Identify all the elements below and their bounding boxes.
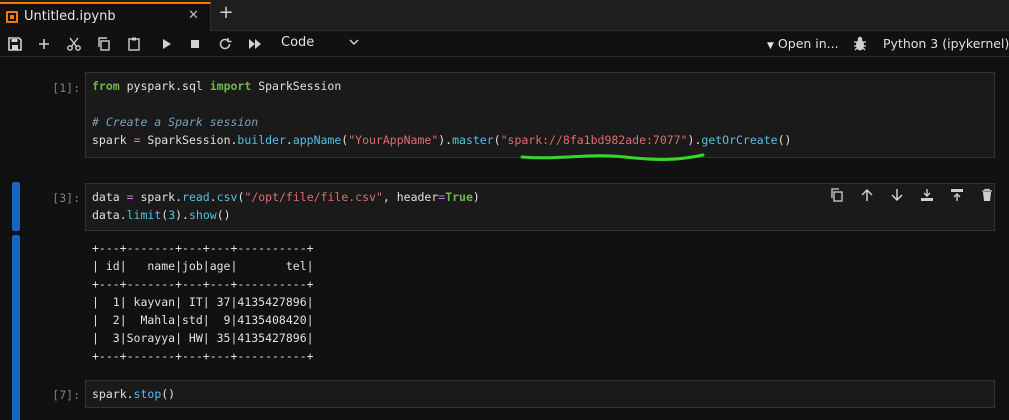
code-token: data. [92, 208, 127, 222]
restart-icon[interactable] [215, 34, 235, 54]
run-icon[interactable] [156, 34, 176, 54]
move-down-icon[interactable] [887, 186, 907, 204]
code-token: () [161, 387, 176, 401]
insert-above-icon[interactable] [917, 186, 937, 204]
kernel-name[interactable]: Python 3 (ipykernel) [883, 36, 1009, 51]
code-token: spark. [133, 190, 183, 204]
input-collapser[interactable] [12, 182, 20, 231]
notebook-toolbar: Code ▼ Open in... Python 3 (ipykernel) [0, 31, 1009, 57]
chevron-down-icon[interactable] [348, 36, 360, 48]
code-token: getOrCreate [701, 133, 778, 147]
code-token: True [445, 190, 473, 204]
output-collapser[interactable] [12, 235, 20, 420]
close-icon[interactable]: ✕ [188, 8, 199, 23]
code-token: ( [493, 133, 501, 147]
stop-icon[interactable] [185, 34, 205, 54]
code-token: ). [687, 133, 702, 147]
code-token: "YourAppName" [348, 133, 439, 147]
code-token: "/opt/file/file.csv" [244, 190, 383, 204]
copy-icon[interactable] [94, 34, 114, 54]
code-token: SparkSession [251, 79, 342, 93]
code-token: from [92, 79, 120, 93]
save-icon[interactable] [5, 34, 25, 54]
code-token: limit [126, 208, 162, 222]
insert-below-icon[interactable] [947, 186, 967, 204]
code-token: () [216, 208, 231, 222]
code-token: pyspark.sql [119, 79, 210, 93]
duplicate-icon[interactable] [827, 186, 847, 204]
cut-icon[interactable] [64, 34, 84, 54]
code-token: import [209, 79, 252, 93]
code-token: data [92, 190, 127, 204]
code-line: spark.stop() [92, 385, 988, 403]
code-token: , header [382, 190, 439, 204]
code-line: # Create a Spark session [92, 113, 988, 131]
code-token: show [188, 208, 217, 222]
bug-icon[interactable] [852, 35, 868, 53]
add-icon[interactable] [34, 34, 54, 54]
code-line: spark = SparkSession.builder.appName("Yo… [92, 131, 988, 149]
tab-bar: Untitled.ipynb ✕ + [0, 0, 1009, 31]
tab-title: Untitled.ipynb [24, 9, 116, 24]
move-up-icon[interactable] [857, 186, 877, 204]
code-line: from pyspark.sql import SparkSession [92, 77, 988, 95]
code-token: SparkSession. [140, 133, 238, 147]
cell-editor[interactable]: from pyspark.sql import SparkSession # Cr… [85, 72, 995, 158]
new-tab-button[interactable]: + [218, 3, 234, 23]
cell-prompt: [7]: [52, 388, 80, 402]
code-token: appName [292, 133, 342, 147]
code-token: ). [175, 208, 189, 222]
green-underline-annotation [520, 153, 705, 161]
code-token: master [452, 133, 494, 147]
code-token: spark. [92, 387, 134, 401]
code-token: = [126, 190, 134, 204]
cell-output: +---+-------+---+---+----------+ | id| n… [92, 241, 314, 363]
cell-prompt: [3]: [52, 191, 80, 205]
code-line: data.limit(3).show() [92, 206, 988, 224]
notebook-icon [6, 11, 18, 23]
notebook-panel: [1]: from pyspark.sql import SparkSessio… [0, 58, 1009, 420]
code-token: # Create a Spark session [92, 115, 259, 129]
cell-toolbar [827, 186, 997, 204]
open-in-menu[interactable]: ▼ Open in... [767, 36, 839, 51]
cell-prompt: [1]: [52, 81, 80, 95]
code-token: builder [237, 133, 286, 147]
cell-type-select[interactable]: Code [281, 35, 314, 50]
delete-icon[interactable] [977, 186, 997, 204]
run-all-icon[interactable] [245, 34, 265, 54]
notebook-tab[interactable]: Untitled.ipynb ✕ [0, 2, 211, 31]
caret-down-icon: ▼ [767, 41, 774, 51]
paste-icon[interactable] [124, 34, 144, 54]
open-in-label: Open in... [777, 36, 839, 51]
code-token: ) [472, 190, 480, 204]
code-token: ). [438, 133, 453, 147]
code-token: spark [92, 133, 134, 147]
code-token: . [209, 190, 217, 204]
cell-editor[interactable]: spark.stop() [85, 380, 995, 408]
code-token: () [777, 133, 792, 147]
code-token: . [285, 133, 293, 147]
code-token: read [182, 190, 210, 204]
code-token: "spark://8fa1bd982ade:7077" [500, 133, 688, 147]
code-token: csv [216, 190, 238, 204]
code-token: stop [133, 387, 162, 401]
